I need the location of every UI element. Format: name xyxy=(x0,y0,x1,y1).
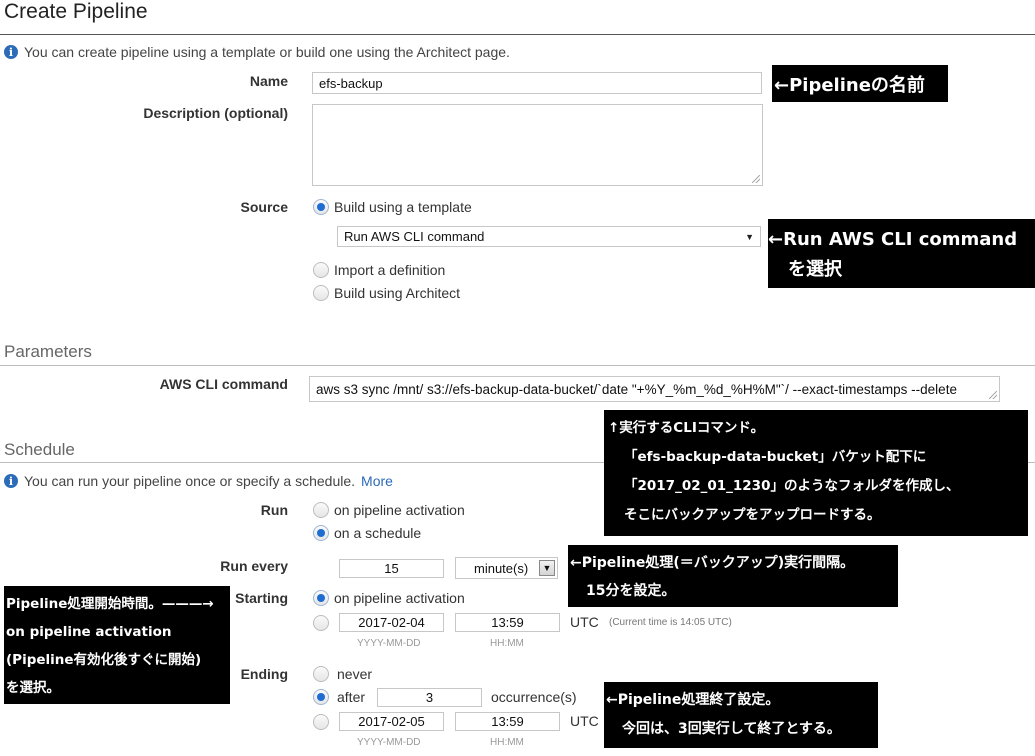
callout-template-line2: を選択 xyxy=(788,259,842,280)
chevron-down-icon: ▼ xyxy=(745,231,754,242)
source-label: Source xyxy=(240,199,288,215)
chevron-down-icon[interactable]: ▼ xyxy=(539,560,555,576)
schedule-info: i You can run your pipeline once or spec… xyxy=(4,473,393,489)
callout-name-text: ←Pipelineの名前 xyxy=(774,75,925,96)
callout-template-line1: ←Run AWS CLI command xyxy=(768,229,1018,250)
run-option-schedule-label: on a schedule xyxy=(334,525,422,541)
run-every-unit-value: minute(s) xyxy=(474,560,529,576)
ending-option-never-label: never xyxy=(337,666,373,682)
parameters-divider xyxy=(0,365,1035,366)
start-date-hint: YYYY-MM-DD xyxy=(357,638,421,649)
callout-end-line1: ←Pipeline処理終了設定。 xyxy=(606,692,780,708)
radio-checked-icon[interactable] xyxy=(313,590,329,606)
radio-icon[interactable] xyxy=(313,615,329,631)
callout-start: Pipeline処理開始時間。———→ on pipeline activati… xyxy=(4,586,230,704)
callout-cli: ↑実行するCLIコマンド。 「efs-backup-data-bucket」バケ… xyxy=(604,410,1028,536)
source-option-architect-label: Build using Architect xyxy=(334,285,461,301)
radio-checked-icon[interactable] xyxy=(313,689,329,705)
callout-cli-line1: ↑実行するCLIコマンド。 xyxy=(608,420,765,436)
ending-occurrences-label: occurrence(s) xyxy=(491,689,577,705)
run-option-schedule[interactable]: on a schedule xyxy=(313,525,421,541)
info-icon: i xyxy=(4,45,18,59)
end-time-hint: HH:MM xyxy=(490,737,524,748)
source-option-template[interactable]: Build using a template xyxy=(313,199,472,215)
schedule-heading: Schedule xyxy=(4,440,75,459)
radio-checked-icon[interactable] xyxy=(313,525,329,541)
starting-option-activation[interactable]: on pipeline activation xyxy=(313,590,465,606)
start-time-hint: HH:MM xyxy=(490,638,524,649)
ending-after-count-input[interactable]: 3 xyxy=(377,688,482,707)
cli-command-input[interactable]: aws s3 sync /mnt/ s3://efs-backup-data-b… xyxy=(309,376,1000,402)
run-every-input[interactable]: 15 xyxy=(339,559,444,578)
radio-checked-icon[interactable] xyxy=(313,199,329,215)
start-time-input[interactable]: 13:59 xyxy=(455,613,560,632)
source-option-import-label: Import a definition xyxy=(334,262,446,278)
source-option-import[interactable]: Import a definition xyxy=(313,262,445,278)
cli-command-value: aws s3 sync /mnt/ s3://efs-backup-data-b… xyxy=(316,381,957,397)
run-every-label: Run every xyxy=(220,558,288,574)
run-label: Run xyxy=(260,502,288,518)
callout-cli-line3: 「2017_02_01_1230」のようなフォルダを作成し、 xyxy=(624,478,960,494)
callout-interval-line1: ←Pipeline処理(＝バックアップ)実行間隔。 xyxy=(570,555,855,571)
source-option-architect[interactable]: Build using Architect xyxy=(313,285,460,301)
template-select[interactable]: Run AWS CLI command ▼ xyxy=(337,226,761,247)
resize-grip-icon[interactable] xyxy=(989,391,997,399)
callout-name: ←Pipelineの名前 xyxy=(772,65,948,102)
current-time-note: (Current time is 14:05 UTC) xyxy=(609,617,732,628)
intro-text: You can create pipeline using a template… xyxy=(24,44,510,60)
start-utc-label: UTC xyxy=(570,614,599,630)
end-date-input[interactable]: 2017-02-05 xyxy=(339,712,444,731)
callout-cli-line4: そこにバックアップをアップロードする。 xyxy=(624,507,881,523)
run-every-unit-select[interactable]: minute(s) ▼ xyxy=(455,557,558,579)
run-option-activation[interactable]: on pipeline activation xyxy=(313,502,465,518)
radio-icon[interactable] xyxy=(313,285,329,301)
ending-option-never[interactable]: never xyxy=(313,666,372,682)
ending-option-after[interactable]: after xyxy=(313,689,365,705)
title-divider xyxy=(0,34,1035,35)
parameters-heading: Parameters xyxy=(4,342,92,361)
intro-info: i You can create pipeline using a templa… xyxy=(4,44,510,60)
cli-command-label: AWS CLI command xyxy=(159,376,288,392)
ending-option-after-label: after xyxy=(337,689,366,705)
name-label: Name xyxy=(249,73,288,89)
name-input[interactable]: efs-backup xyxy=(312,72,762,94)
page-title: Create Pipeline xyxy=(4,0,148,23)
schedule-info-text: You can run your pipeline once or specif… xyxy=(24,473,356,489)
starting-option-activation-label: on pipeline activation xyxy=(334,590,465,606)
end-utc-label: UTC xyxy=(570,713,599,729)
end-date-hint: YYYY-MM-DD xyxy=(357,737,421,748)
end-time-input[interactable]: 13:59 xyxy=(455,712,560,731)
callout-start-line1: Pipeline処理開始時間。———→ xyxy=(6,596,214,612)
run-option-activation-label: on pipeline activation xyxy=(334,502,465,518)
callout-start-line4: を選択。 xyxy=(6,680,60,696)
create-pipeline-page: Create Pipeline i You can create pipelin… xyxy=(0,0,1035,756)
callout-interval-line2: 15分を設定。 xyxy=(586,583,676,599)
callout-end-line2: 今回は、3回実行して終了とする。 xyxy=(622,721,841,737)
start-date-input[interactable]: 2017-02-04 xyxy=(339,613,444,632)
more-link[interactable]: More xyxy=(361,473,393,489)
description-label: Description (optional) xyxy=(143,105,288,121)
description-textarea[interactable] xyxy=(312,104,763,186)
callout-cli-line2: 「efs-backup-data-bucket」バケット配下に xyxy=(624,449,927,465)
info-icon: i xyxy=(4,474,18,488)
radio-icon[interactable] xyxy=(313,502,329,518)
callout-start-line3: (Pipeline有効化後すぐに開始) xyxy=(6,652,202,668)
callout-start-line2: on pipeline activation xyxy=(6,624,172,640)
radio-icon[interactable] xyxy=(313,714,329,730)
radio-icon[interactable] xyxy=(313,666,329,682)
source-option-template-label: Build using a template xyxy=(334,199,472,215)
template-select-value: Run AWS CLI command xyxy=(344,229,485,244)
radio-icon[interactable] xyxy=(313,262,329,278)
starting-option-datetime[interactable] xyxy=(313,615,329,631)
ending-option-datetime[interactable] xyxy=(313,714,329,730)
callout-template: ←Run AWS CLI command を選択 xyxy=(768,219,1035,288)
callout-end: ←Pipeline処理終了設定。 今回は、3回実行して終了とする。 xyxy=(604,682,878,748)
callout-interval: ←Pipeline処理(＝バックアップ)実行間隔。 15分を設定。 xyxy=(568,545,898,607)
resize-grip-icon[interactable] xyxy=(752,175,760,183)
